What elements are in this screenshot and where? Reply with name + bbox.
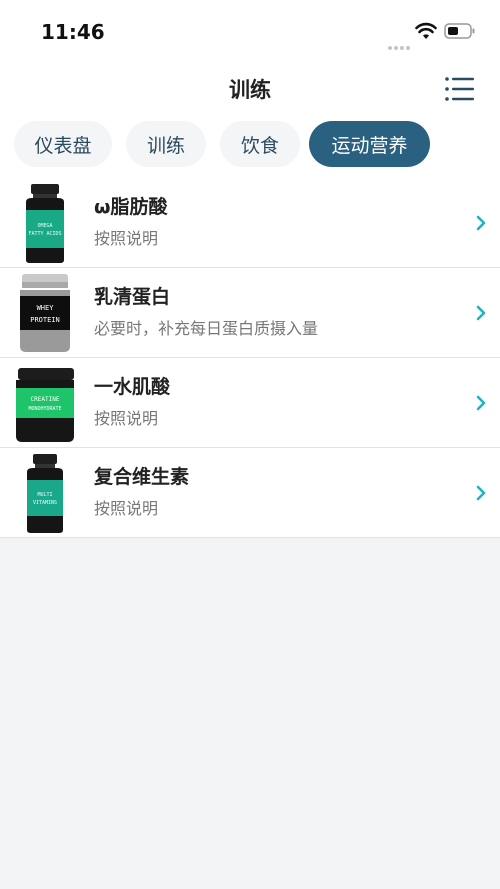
supplement-name: ω脂肪酸: [94, 196, 168, 218]
wifi-icon: [415, 22, 437, 39]
page-title: 训练: [229, 78, 271, 102]
list-menu-icon[interactable]: [444, 76, 476, 102]
list-item[interactable]: OMEGA FATTY ACIDS ω脂肪酸 按照说明: [0, 178, 500, 268]
whey-tub-icon: WHEY PROTEIN: [20, 274, 70, 352]
vitamin-bottle-icon: MULTI VITAMINS: [27, 454, 63, 533]
tab-diet[interactable]: 饮食: [220, 121, 300, 167]
supplement-dose: 按照说明: [94, 409, 159, 428]
tab-bar: 仪表盘 训练 饮食 运动营养: [12, 121, 492, 167]
supplement-name: 复合维生素: [94, 466, 190, 488]
svg-text:FATTY ACIDS: FATTY ACIDS: [28, 231, 61, 237]
svg-text:PROTEIN: PROTEIN: [30, 316, 60, 324]
supplement-dose: 按照说明: [94, 229, 159, 248]
tab-training[interactable]: 训练: [126, 121, 206, 167]
chevron-right-icon: [476, 485, 486, 501]
svg-text:VITAMINS: VITAMINS: [33, 500, 57, 506]
svg-text:OMEGA: OMEGA: [37, 223, 52, 229]
supplement-name: 一水肌酸: [94, 376, 171, 398]
svg-text:WHEY: WHEY: [37, 304, 55, 312]
tab-dashboard[interactable]: 仪表盘: [14, 121, 112, 167]
supplement-list: OMEGA FATTY ACIDS ω脂肪酸 按照说明 WHEY PROTEIN…: [0, 178, 500, 538]
status-bar: 11:46: [0, 0, 500, 60]
supplement-name: 乳清蛋白: [94, 286, 171, 308]
list-item[interactable]: MULTI VITAMINS 复合维生素 按照说明: [0, 448, 500, 538]
signal-icon: [388, 35, 412, 50]
battery-icon: [444, 23, 475, 39]
tab-sports-nutrition[interactable]: 运动营养: [309, 121, 430, 167]
list-item[interactable]: CREATINE MONOHYDRATE 一水肌酸 按照说明: [0, 358, 500, 448]
svg-text:CREATINE: CREATINE: [31, 396, 60, 403]
list-item[interactable]: WHEY PROTEIN 乳清蛋白 必要时，补充每日蛋白质摄入量: [0, 268, 500, 358]
status-time: 11:46: [41, 20, 105, 44]
chevron-right-icon: [476, 305, 486, 321]
chevron-right-icon: [476, 215, 486, 231]
creatine-tub-icon: CREATINE MONOHYDRATE: [16, 368, 74, 442]
svg-text:MONOHYDRATE: MONOHYDRATE: [28, 406, 61, 412]
supplement-dose: 必要时，补充每日蛋白质摄入量: [94, 319, 319, 338]
omega-bottle-icon: OMEGA FATTY ACIDS: [26, 184, 64, 263]
chevron-right-icon: [476, 395, 486, 411]
svg-text:MULTI: MULTI: [37, 492, 52, 498]
supplement-dose: 按照说明: [94, 499, 159, 518]
